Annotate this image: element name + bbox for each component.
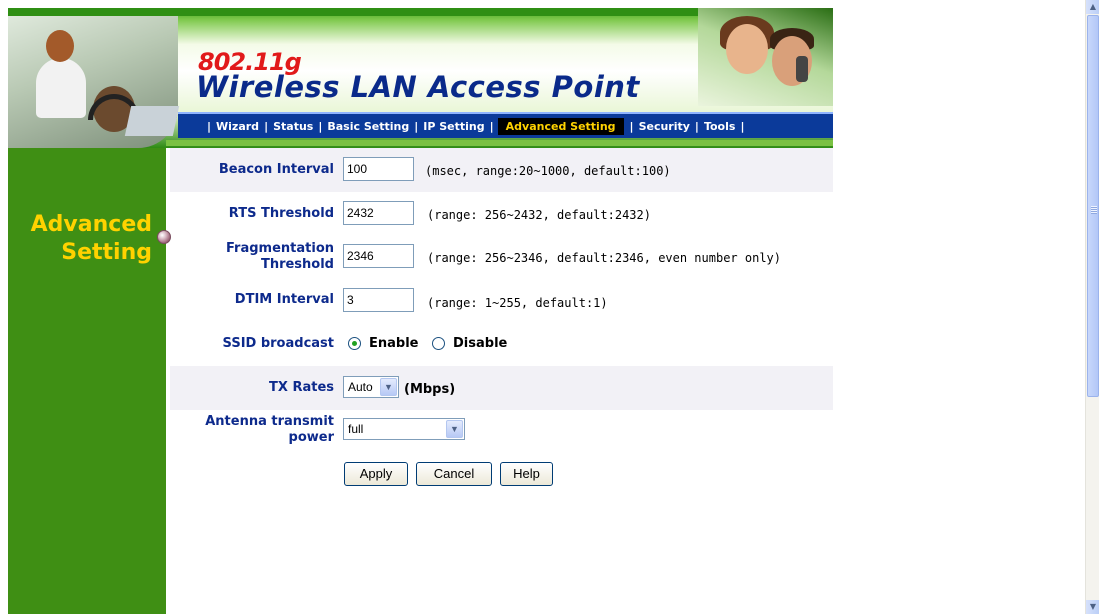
beacon-interval-label: Beacon Interval — [218, 162, 334, 177]
tx-rates-value: Auto — [348, 380, 373, 394]
nav-security[interactable]: Security — [639, 120, 690, 133]
grip-icon — [1091, 206, 1097, 214]
tx-rates-unit: (Mbps) — [404, 382, 456, 397]
fragmentation-threshold-label: Fragmentation Threshold — [226, 241, 334, 273]
fragmentation-threshold-hint: (range: 256~2346, default:2346, even num… — [427, 251, 782, 265]
ssid-disable-label: Disable — [453, 336, 508, 351]
ssid-enable-radio[interactable] — [348, 337, 361, 350]
header-divider — [166, 140, 833, 146]
row-fragmentation-threshold: Fragmentation Threshold (range: 256~2346… — [170, 236, 833, 280]
phone-graphic — [796, 56, 808, 82]
banner-photo-left — [8, 16, 180, 148]
tx-rates-label: TX Rates — [269, 380, 334, 395]
sidebar: Advanced Setting — [8, 148, 166, 614]
dtim-interval-input[interactable] — [343, 288, 414, 312]
apply-button[interactable]: Apply — [344, 462, 408, 486]
sidebar-title-line1: Advanced — [30, 212, 152, 237]
photo-figure — [46, 30, 74, 62]
vertical-scrollbar[interactable]: ▲ ▼ — [1085, 0, 1099, 614]
row-ssid-broadcast: SSID broadcast Enable Disable — [170, 322, 833, 366]
laptop-graphic — [124, 106, 180, 136]
scroll-up-icon[interactable]: ▲ — [1086, 0, 1099, 14]
photo-figure — [36, 58, 86, 118]
rts-threshold-label: RTS Threshold — [228, 206, 334, 221]
nav-advanced-setting[interactable]: Advanced Setting — [497, 117, 624, 135]
photo-figure — [726, 24, 768, 74]
fragmentation-label-line2: Threshold — [260, 257, 334, 272]
ssid-disable-radio[interactable] — [432, 337, 445, 350]
nav-basic-setting[interactable]: Basic Setting — [327, 120, 409, 133]
banner-photo-right — [698, 8, 833, 106]
sidebar-title-line2: Setting — [61, 240, 152, 265]
nav-wizard[interactable]: Wizard — [216, 120, 259, 133]
scroll-down-icon[interactable]: ▼ — [1086, 600, 1099, 614]
fragmentation-label-line1: Fragmentation — [226, 241, 334, 256]
row-tx-rates: TX Rates Auto ▼ (Mbps) — [170, 366, 833, 410]
fragmentation-threshold-input[interactable] — [343, 244, 414, 268]
tx-rates-select[interactable]: Auto ▼ — [343, 376, 399, 398]
scrollbar-thumb[interactable] — [1087, 15, 1099, 397]
chevron-down-icon[interactable]: ▼ — [446, 420, 463, 438]
nav-ip-setting[interactable]: IP Setting — [423, 120, 484, 133]
antenna-power-label: Antenna transmit power — [205, 414, 334, 446]
nav-tools[interactable]: Tools — [704, 120, 735, 133]
rts-threshold-input[interactable] — [343, 201, 414, 225]
main-nav: | Wizard | Status | Basic Setting | IP S… — [178, 112, 833, 138]
help-button[interactable]: Help — [500, 462, 553, 486]
antenna-label-line1: Antenna transmit — [205, 414, 334, 429]
antenna-power-select[interactable]: full ▼ — [343, 418, 465, 440]
beacon-interval-hint: (msec, range:20~1000, default:100) — [425, 164, 671, 178]
cancel-button[interactable]: Cancel — [416, 462, 492, 486]
row-dtim-interval: DTIM Interval (range: 1~255, default:1) — [170, 280, 833, 324]
ssid-broadcast-label: SSID broadcast — [222, 336, 334, 351]
dtim-interval-hint: (range: 1~255, default:1) — [427, 296, 608, 310]
ssid-enable-label: Enable — [369, 336, 419, 351]
nav-status[interactable]: Status — [273, 120, 313, 133]
row-antenna-power: Antenna transmit power full ▼ — [170, 410, 833, 454]
brand-title: Wireless LAN Access Point — [196, 70, 640, 104]
rts-threshold-hint: (range: 256~2432, default:2432) — [427, 208, 651, 222]
beacon-interval-input[interactable] — [343, 157, 414, 181]
pin-bullet-icon — [157, 230, 171, 244]
header-banner: 802.11g Wireless LAN Access Point | Wiza… — [8, 8, 833, 148]
chevron-down-icon[interactable]: ▼ — [380, 378, 397, 396]
row-beacon-interval: Beacon Interval (msec, range:20~1000, de… — [170, 148, 833, 192]
dtim-interval-label: DTIM Interval — [234, 292, 334, 307]
row-rts-threshold: RTS Threshold (range: 256~2432, default:… — [170, 192, 833, 236]
antenna-label-line2: power — [288, 430, 334, 445]
sidebar-title: Advanced Setting — [31, 211, 152, 267]
antenna-power-value: full — [348, 422, 364, 436]
